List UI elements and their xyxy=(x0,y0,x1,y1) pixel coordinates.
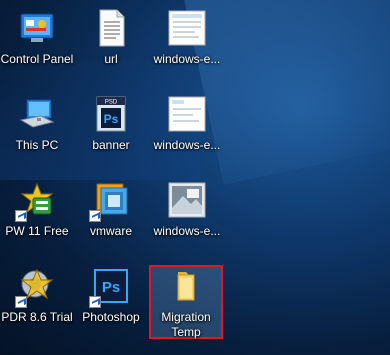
shortcut-arrow-icon xyxy=(89,210,101,222)
psd-badge: PSD xyxy=(105,100,118,106)
desktop-icon-label: windows-e... xyxy=(153,138,221,152)
desktop-icon-vmware[interactable]: vmware xyxy=(74,176,148,239)
desktop-icon-label: Migration Temp xyxy=(161,310,211,339)
image-file-icon xyxy=(165,180,209,220)
desktop-icon-pdr-8-6-trial[interactable]: PDR 8.6 Trial xyxy=(0,262,74,325)
photoshop-app-icon: Ps xyxy=(89,266,131,308)
desktop-icon-windows-e-3[interactable]: windows-e... xyxy=(150,176,224,239)
desktop-icon-this-pc[interactable]: This PC xyxy=(0,90,74,153)
desktop-icon-label: Control Panel xyxy=(0,52,74,66)
desktop-icon-label: Photoshop xyxy=(82,310,140,324)
control-panel-icon xyxy=(17,8,57,48)
shortcut-arrow-icon xyxy=(15,296,27,308)
desktop-icon-url[interactable]: url xyxy=(74,4,148,67)
image-file-icon xyxy=(165,94,209,134)
desktop-icon-photoshop[interactable]: Ps Photoshop xyxy=(74,262,148,325)
vmware-icon xyxy=(89,180,131,222)
desktop-icon-label: windows-e... xyxy=(153,224,221,238)
desktop-icon-banner[interactable]: PSD Ps banner xyxy=(74,90,148,153)
desktop-icon-label: This PC xyxy=(15,138,59,152)
desktop-icon-label: vmware xyxy=(89,224,132,238)
ps-letters: Ps xyxy=(104,112,119,126)
folder-icon xyxy=(166,266,206,306)
desktop: Control Panel url windows-e... This PC P… xyxy=(0,0,390,355)
desktop-icon-pw-11-free[interactable]: PW 11 Free xyxy=(0,176,74,239)
computer-icon xyxy=(17,94,57,134)
desktop-icon-label: PW 11 Free xyxy=(5,224,69,238)
desktop-icon-label: windows-e... xyxy=(153,52,221,66)
shortcut-arrow-icon xyxy=(15,210,27,222)
desktop-icon-migration-temp[interactable]: Migration Temp xyxy=(149,262,223,340)
image-file-icon xyxy=(165,8,209,48)
shortcut-arrow-icon xyxy=(89,296,101,308)
desktop-icon-control-panel[interactable]: Control Panel xyxy=(0,4,74,67)
desktop-icon-label: url xyxy=(104,52,118,66)
desktop-icon-label: PDR 8.6 Trial xyxy=(1,310,73,324)
power-data-recovery-icon xyxy=(15,266,57,308)
text-file-icon xyxy=(91,8,131,48)
photoshop-psd-icon: PSD Ps xyxy=(91,94,131,134)
partition-wizard-icon xyxy=(15,180,57,222)
desktop-icon-windows-e-1[interactable]: windows-e... xyxy=(150,4,224,67)
desktop-icon-label: banner xyxy=(92,138,130,152)
desktop-icon-windows-e-2[interactable]: windows-e... xyxy=(150,90,224,153)
ps-letters: Ps xyxy=(102,279,120,296)
